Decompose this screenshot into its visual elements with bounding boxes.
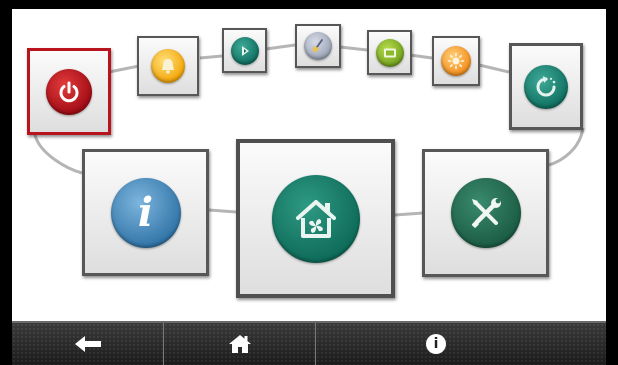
settings-tile[interactable]	[422, 149, 549, 277]
house-fan-icon	[271, 174, 360, 263]
bell-icon	[151, 49, 185, 83]
bottom-bar-spacer	[556, 323, 606, 365]
info-button[interactable]: i	[316, 323, 556, 365]
broom-icon	[304, 32, 332, 60]
info-glyph: i	[137, 188, 154, 236]
main-screen: i	[12, 9, 606, 321]
bottom-nav-bar: i	[12, 321, 606, 365]
info-button-glyph: i	[433, 336, 439, 352]
cleaning-tile[interactable]	[295, 24, 341, 68]
brightness-tile[interactable]	[432, 36, 480, 86]
wrench-screwdriver-icon	[450, 178, 521, 248]
power-icon	[46, 68, 92, 115]
boost-icon	[230, 36, 259, 65]
boost-tile[interactable]	[222, 28, 267, 73]
refresh-icon	[524, 64, 568, 109]
home-icon	[228, 335, 251, 353]
back-arrow-icon	[74, 336, 101, 352]
filter-tile[interactable]	[367, 30, 412, 75]
sun-icon	[441, 46, 471, 76]
info-icon: i	[110, 177, 181, 248]
alarm-tile[interactable]	[137, 36, 199, 96]
refresh-tile[interactable]	[509, 43, 583, 130]
home-ventilation-tile[interactable]	[236, 139, 395, 298]
filter-icon	[375, 38, 404, 67]
info-tile[interactable]: i	[82, 149, 209, 276]
power-tile[interactable]	[27, 48, 111, 135]
back-button[interactable]	[12, 323, 164, 365]
home-button[interactable]	[164, 323, 316, 365]
info-circle-icon: i	[426, 334, 446, 354]
